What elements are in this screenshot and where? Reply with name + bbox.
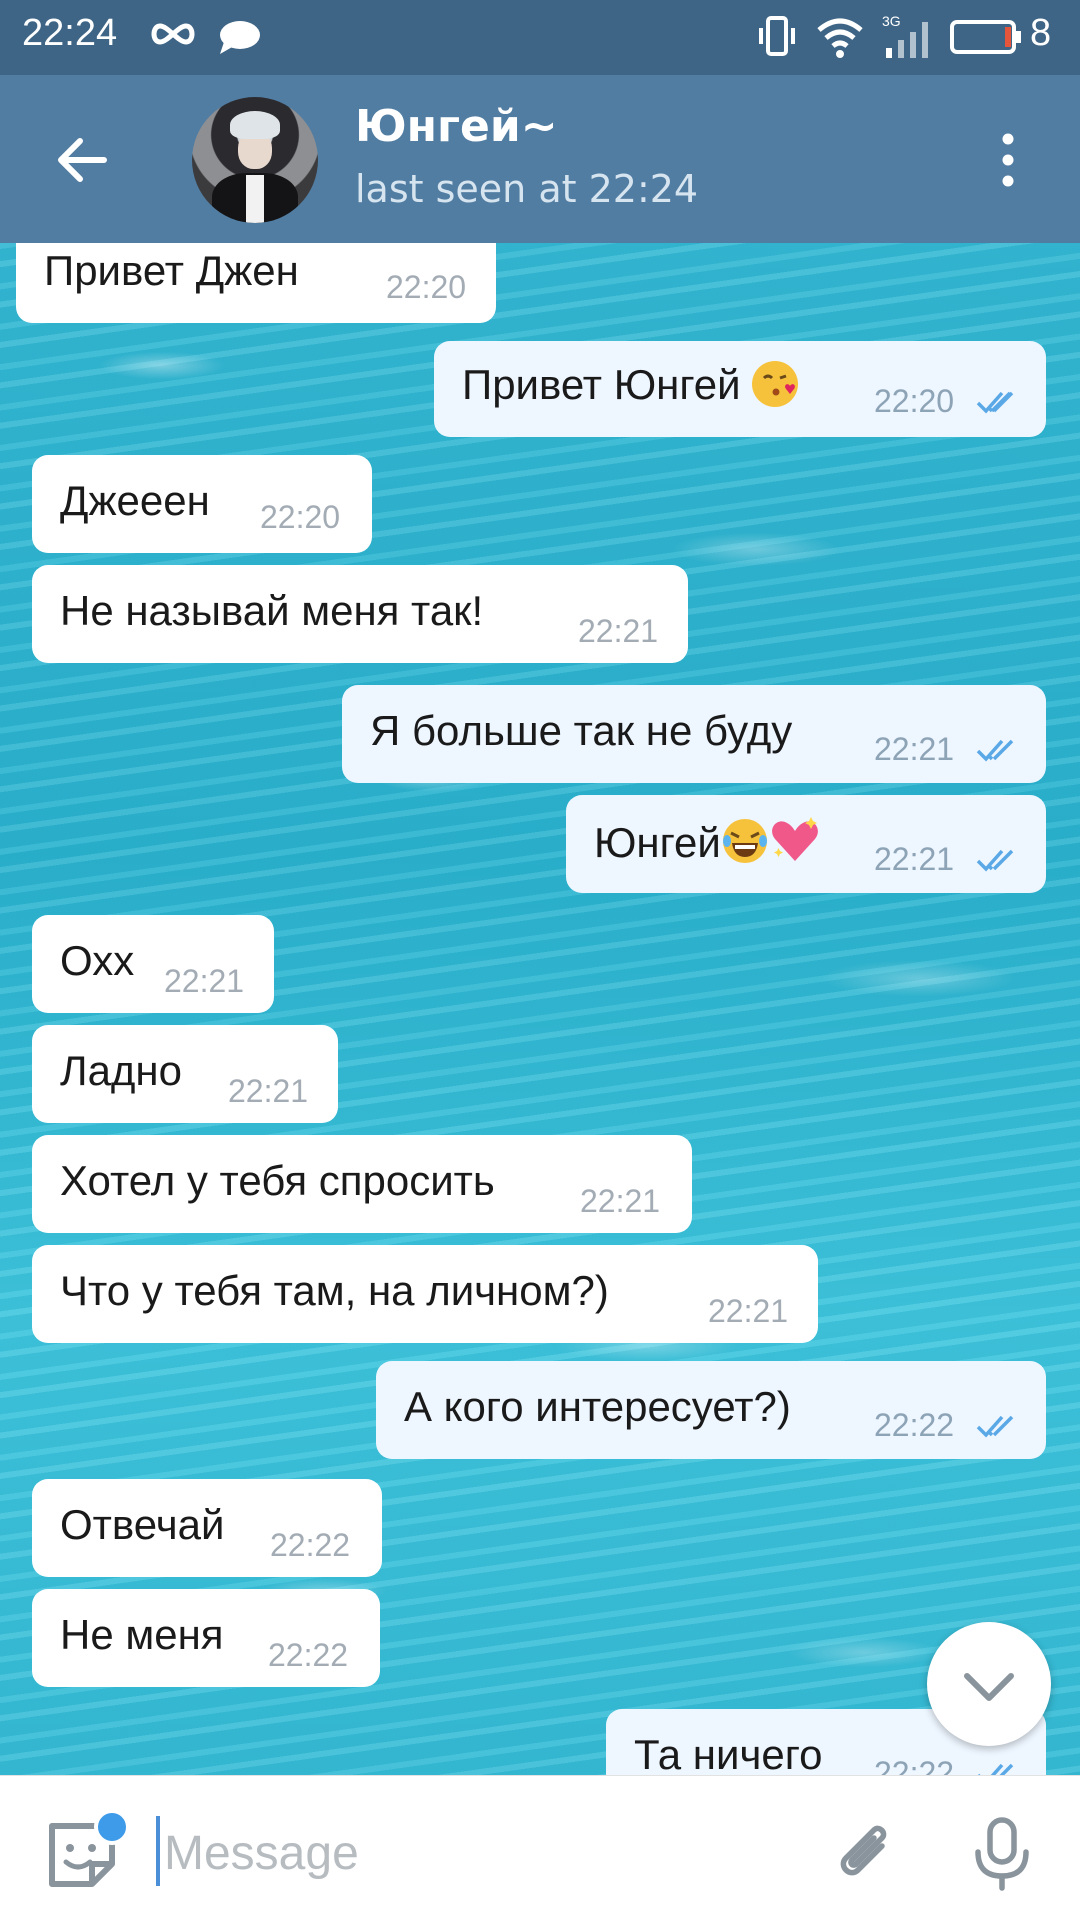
contact-status: last seen at 22:24 bbox=[355, 167, 699, 211]
paperclip-icon bbox=[840, 1825, 887, 1876]
attach-button[interactable] bbox=[828, 1816, 904, 1892]
message-incoming[interactable]: Джееен 22:20 bbox=[32, 455, 372, 553]
vibrate-icon bbox=[757, 14, 797, 64]
message-time: 22:20 bbox=[874, 383, 955, 419]
read-checkmarks-icon bbox=[978, 1763, 1014, 1775]
message-time: 22:21 bbox=[228, 1073, 309, 1109]
message-time: 22:22 bbox=[874, 1755, 955, 1775]
message-time: 22:21 bbox=[874, 841, 955, 877]
contact-name[interactable]: Юнгей~ bbox=[355, 101, 558, 152]
new-stickers-indicator bbox=[94, 1809, 130, 1845]
message-text: Та ничего bbox=[634, 1731, 823, 1775]
message-incoming[interactable]: Ладно 22:21 bbox=[32, 1025, 338, 1123]
infinity-icon bbox=[148, 14, 198, 58]
arrow-left-icon bbox=[58, 138, 107, 182]
sparkling-heart-emoji bbox=[769, 817, 818, 861]
message-outgoing[interactable]: Привет Юнгей 22:20 bbox=[434, 341, 1046, 437]
scroll-to-bottom-button[interactable] bbox=[927, 1622, 1051, 1746]
chat-notification-icon bbox=[218, 18, 262, 62]
message-time: 22:21 bbox=[580, 1183, 661, 1219]
message-time: 22:21 bbox=[874, 731, 955, 767]
message-text: Джееен bbox=[60, 477, 210, 524]
message-outgoing[interactable]: Я больше так не буду 22:21 bbox=[342, 685, 1046, 783]
message-time: 22:20 bbox=[386, 269, 467, 305]
message-input[interactable] bbox=[162, 1812, 806, 1894]
message-time: 22:22 bbox=[874, 1407, 955, 1443]
back-button[interactable] bbox=[48, 125, 118, 195]
message-time: 22:21 bbox=[164, 963, 245, 999]
message-text: Ладно bbox=[60, 1047, 182, 1094]
laughing-face-emoji bbox=[721, 817, 769, 865]
chevron-down-icon bbox=[964, 1673, 1014, 1701]
message-text: Я больше так не буду bbox=[370, 707, 793, 754]
message-incoming[interactable]: Не меня 22:22 bbox=[32, 1589, 380, 1687]
message-text: Не меня bbox=[60, 1611, 224, 1658]
cellular-signal-icon: 3G bbox=[880, 12, 936, 66]
battery-icon bbox=[950, 20, 1022, 58]
message-text: Что у тебя там, на личном?) bbox=[60, 1267, 609, 1314]
message-time: 22:22 bbox=[268, 1637, 349, 1673]
message-incoming[interactable]: Не называй меня так! 22:21 bbox=[32, 565, 688, 663]
microphone-icon bbox=[975, 1817, 1029, 1891]
chat-header: Юнгей~ last seen at 22:24 bbox=[0, 75, 1080, 243]
message-text: А кого интересует?) bbox=[404, 1383, 791, 1430]
status-time: 22:24 bbox=[22, 12, 118, 54]
message-content: Привет Юнгей bbox=[462, 361, 799, 409]
more-options-button[interactable] bbox=[990, 125, 1026, 195]
message-text: Охх bbox=[60, 937, 135, 984]
kebab-menu-icon bbox=[1002, 133, 1014, 187]
message-text: Отвечай bbox=[60, 1501, 225, 1548]
message-time: 22:21 bbox=[578, 613, 659, 649]
read-checkmarks-icon bbox=[976, 739, 1014, 762]
message-text: Привет Юнгей bbox=[462, 361, 741, 408]
message-text: Не называй меня так! bbox=[60, 587, 484, 634]
message-outgoing[interactable]: Юнгей 22:21 bbox=[566, 795, 1046, 893]
message-incoming[interactable]: Что у тебя там, на личном?) 22:21 bbox=[32, 1245, 818, 1343]
message-time: 22:20 bbox=[260, 499, 341, 535]
status-bar: 22:24 3G 8 bbox=[0, 0, 1080, 75]
avatar-shirt bbox=[246, 175, 264, 223]
message-incoming[interactable]: Охх 22:21 bbox=[32, 915, 274, 1013]
message-outgoing[interactable]: А кого интересует?) 22:22 bbox=[376, 1361, 1046, 1459]
avatar-hair bbox=[230, 111, 280, 139]
message-incoming[interactable]: Отвечай 22:22 bbox=[32, 1479, 382, 1577]
message-list[interactable]: Привет Джен 22:20 Привет Юнгей 22:20 Дже… bbox=[0, 243, 1080, 1775]
message-time: 22:21 bbox=[708, 1293, 789, 1329]
battery-level: 8 bbox=[1030, 12, 1052, 54]
avatar[interactable] bbox=[192, 97, 318, 223]
read-checkmarks-icon bbox=[976, 391, 1014, 414]
kissing-face-emoji bbox=[752, 361, 799, 407]
message-incoming[interactable]: Привет Джен 22:20 bbox=[16, 243, 496, 323]
message-text: Привет Джен bbox=[44, 247, 299, 294]
message-composer bbox=[0, 1775, 1080, 1921]
message-content: Юнгей bbox=[594, 817, 818, 867]
voice-message-button[interactable] bbox=[964, 1814, 1040, 1894]
message-incoming[interactable]: Хотел у тебя спросить 22:21 bbox=[32, 1135, 692, 1233]
wifi-icon bbox=[815, 14, 865, 64]
network-type-label: 3G bbox=[882, 13, 901, 29]
message-text: Хотел у тебя спросить bbox=[60, 1157, 495, 1204]
message-text: Юнгей bbox=[594, 819, 721, 866]
read-checkmarks-icon bbox=[976, 1415, 1014, 1438]
read-checkmarks-icon bbox=[976, 849, 1014, 872]
message-time: 22:22 bbox=[270, 1527, 351, 1563]
text-cursor bbox=[156, 1816, 160, 1886]
